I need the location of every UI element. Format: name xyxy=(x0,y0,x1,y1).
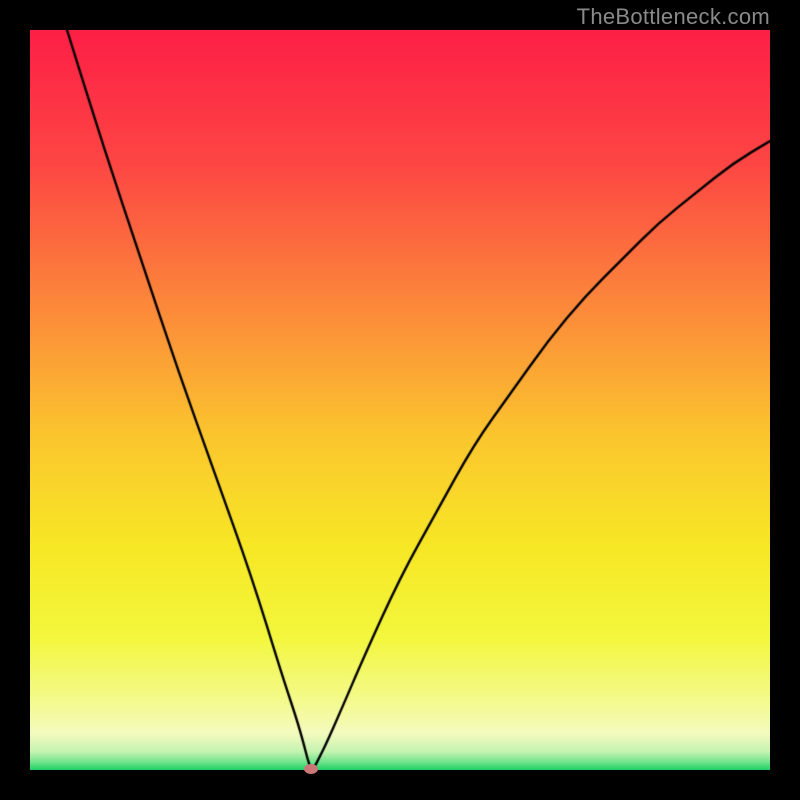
chart-frame: TheBottleneck.com xyxy=(0,0,800,800)
watermark-text: TheBottleneck.com xyxy=(577,4,770,30)
plot-area xyxy=(30,30,770,770)
bottleneck-curve xyxy=(30,30,770,770)
optimal-point-marker xyxy=(304,764,318,774)
